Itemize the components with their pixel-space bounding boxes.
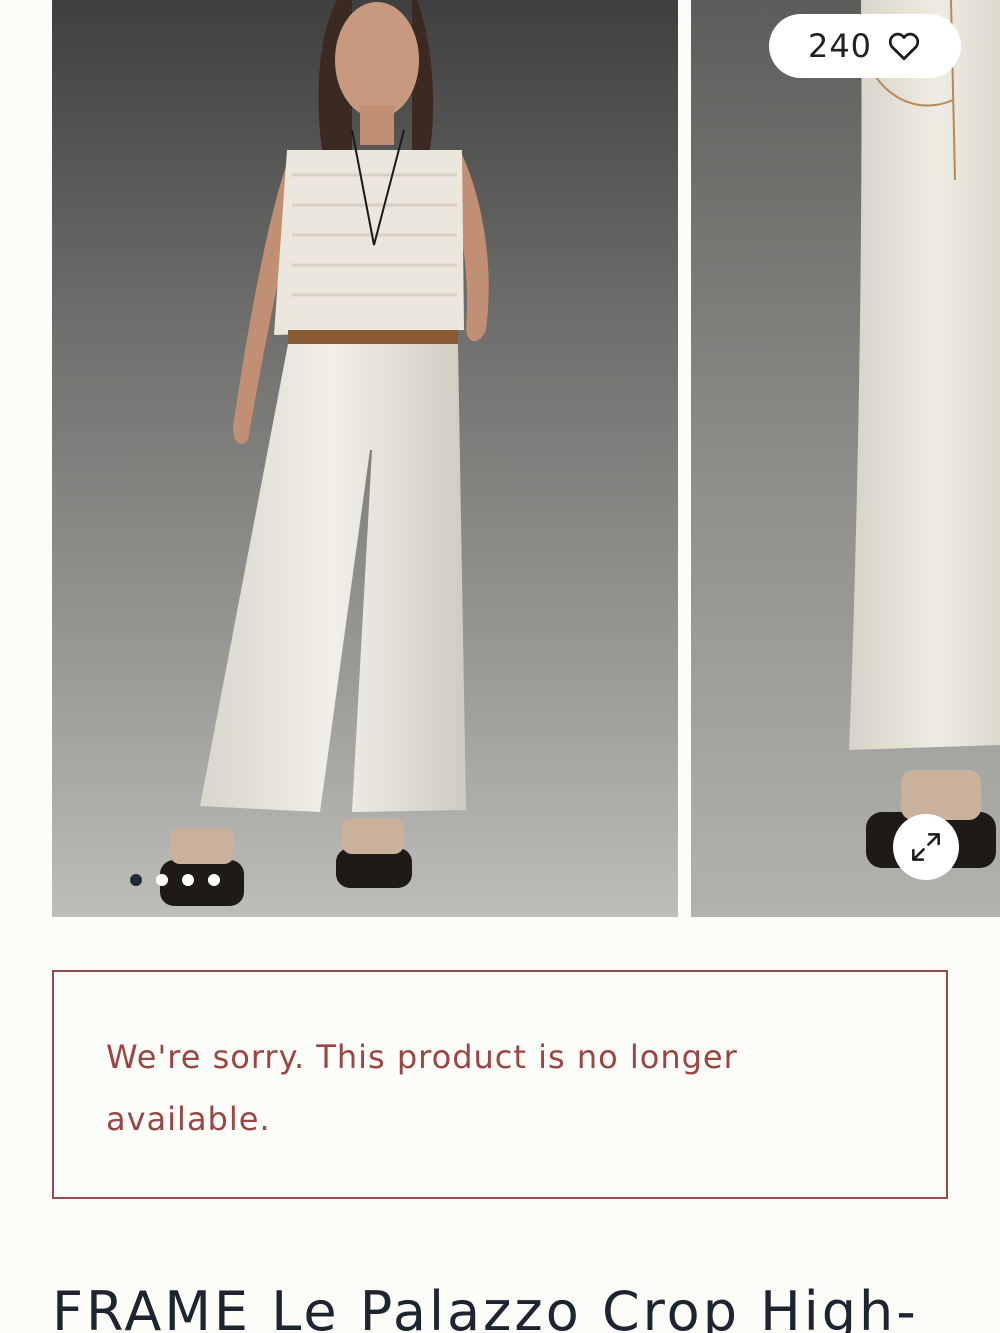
gallery-dot-4[interactable] <box>208 874 220 886</box>
gallery-dot-2[interactable] <box>156 874 168 886</box>
gallery-pagination[interactable] <box>130 874 220 886</box>
expand-image-button[interactable] <box>893 814 959 880</box>
leg-closeup-photo <box>691 0 1000 917</box>
product-image-gallery[interactable]: 240 <box>0 0 1000 917</box>
gallery-slide-next[interactable] <box>691 0 1000 917</box>
heart-outline-icon <box>888 32 920 61</box>
like-count: 240 <box>807 27 873 65</box>
gallery-slide-main[interactable] <box>52 0 678 917</box>
product-page: 240 We're sorry. This product is no long… <box>0 0 1000 1333</box>
wishlist-button[interactable]: 240 <box>769 14 961 78</box>
product-title: FRAME Le Palazzo Crop High- <box>52 1280 919 1333</box>
expand-arrows-icon <box>912 833 940 861</box>
model-photo <box>52 0 678 917</box>
unavailable-message: We're sorry. This product is no longer a… <box>106 1038 738 1138</box>
unavailable-notice: We're sorry. This product is no longer a… <box>52 970 948 1199</box>
gallery-dot-3[interactable] <box>182 874 194 886</box>
gallery-dot-1[interactable] <box>130 874 142 886</box>
